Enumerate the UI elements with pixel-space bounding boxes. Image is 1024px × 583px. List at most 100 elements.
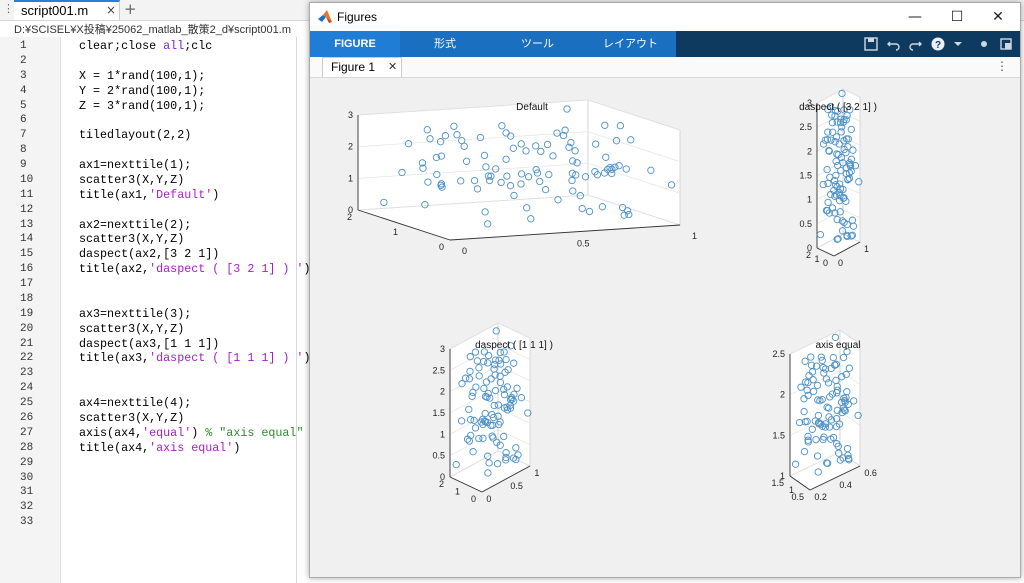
plot-default[interactable]: 012300.51012Default	[347, 99, 697, 256]
chevron-down-icon[interactable]	[950, 36, 966, 52]
code-line: ax1=nexttile(1);	[79, 158, 192, 173]
z-tick-label: 1	[807, 195, 812, 205]
tab-format[interactable]: 形式	[400, 31, 490, 57]
tab-script001[interactable]: script001.m ×	[14, 0, 120, 20]
line-number: 5	[20, 99, 27, 112]
code-line: Z = 3*rand(100,1);	[79, 98, 206, 113]
line-number: 14	[20, 233, 34, 246]
z-tick-label: 3	[348, 110, 353, 120]
line-number: 32	[20, 501, 34, 514]
line-number: 15	[20, 248, 34, 261]
code-line: axis(ax4,'equal') % "axis equal"	[79, 425, 304, 440]
add-tab-icon[interactable]: +	[124, 0, 137, 18]
tab-tools[interactable]: ツール	[490, 31, 585, 57]
save-icon[interactable]	[863, 36, 879, 52]
tab-figure-1[interactable]: Figure 1 ✕	[322, 57, 402, 77]
plot-title: Default	[516, 102, 548, 113]
line-number: 25	[20, 397, 34, 410]
maximize-button[interactable]: ☐	[942, 7, 972, 27]
line-number: 1	[20, 40, 27, 52]
code-line: ax4=nexttile(4);	[79, 396, 192, 411]
x-tick-label: 0	[462, 246, 467, 256]
code-line: scatter3(X,Y,Z)	[79, 321, 185, 336]
x-tick-label: 0	[486, 494, 491, 504]
x-tick-label: 1	[692, 231, 697, 241]
line-number: 19	[20, 307, 34, 320]
plot-axis-equal[interactable]: 11.522.50.20.40.60.511.5axis equal	[771, 329, 877, 502]
tab-menu-icon[interactable]: ⋮	[3, 2, 14, 15]
y-tick-label: 1	[789, 485, 794, 495]
line-number: 6	[20, 114, 27, 127]
y-tick-label: 0	[471, 494, 476, 504]
line-number: 17	[20, 278, 34, 291]
pin-icon[interactable]	[976, 36, 992, 52]
x-tick-label: 0.4	[839, 480, 852, 490]
code-line: title(ax4,'axis equal')	[79, 440, 241, 455]
more-options-icon[interactable]: ⋮	[996, 59, 1008, 73]
line-number: 18	[20, 292, 34, 305]
z-tick-label: 1.5	[799, 171, 812, 181]
z-tick-label: 0.5	[799, 219, 812, 229]
line-number: 29	[20, 456, 34, 469]
y-tick-label: 1	[455, 487, 460, 497]
code-line: ax2=nexttile(2);	[79, 217, 192, 232]
line-number: 12	[20, 203, 34, 216]
code-line: tiledlayout(2,2)	[79, 128, 192, 143]
plot-daspect-321[interactable]: 00.511.522.5301012daspect ( [3 2 1] )	[799, 88, 877, 268]
figure-canvas[interactable]: 0 1 2 3 0 0.5 1 0 1 2 Default 0 0.5 1 1.5 2 2.5 3 0 1 0 1 2 da…	[310, 78, 1020, 577]
plot-daspect-111[interactable]: 00.511.522.5300.51012daspect ( [1 1 1] )	[432, 322, 553, 504]
line-number: 13	[20, 218, 34, 231]
minimize-button[interactable]: —	[900, 7, 930, 27]
right-margin-guide	[296, 37, 297, 583]
z-tick-label: 2	[780, 390, 785, 400]
x-tick-label: 0.2	[814, 492, 827, 502]
code-line: title(ax1,'Default')	[79, 187, 220, 202]
y-tick-label: 1	[393, 227, 398, 237]
code-line: Y = 2*rand(100,1);	[79, 83, 206, 98]
figure-tab-title: Figure 1	[331, 60, 376, 74]
tab-layout[interactable]: レイアウト	[585, 31, 676, 57]
x-tick-label: 0.6	[864, 468, 877, 478]
line-number: 33	[20, 516, 34, 529]
y-tick-label: 1	[814, 254, 819, 264]
ribbon-tabs: FIGURE 形式 ツール レイアウト	[310, 31, 676, 57]
y-tick-label: 2	[347, 212, 352, 222]
code-line: ax3=nexttile(3);	[79, 306, 192, 321]
line-number: 20	[20, 322, 34, 335]
tiled-plots: 012300.51012Default 00.511.522.5301012da…	[347, 88, 877, 504]
z-tick-label: 2	[807, 146, 812, 156]
help-icon[interactable]: ?	[930, 36, 946, 52]
tab-title: script001.m	[21, 3, 89, 18]
code-line: clear;close all;clc	[79, 39, 213, 53]
code-line: daspect(ax3,[1 1 1])	[79, 336, 220, 351]
code-line: scatter3(X,Y,Z)	[79, 411, 185, 425]
back-panel	[357, 99, 589, 211]
z-tick-label: 3	[440, 344, 445, 354]
line-number: 22	[20, 352, 34, 365]
file-path: D:¥SCISEL¥X投稿¥25062_matlab_散策2_d¥script0…	[14, 24, 291, 36]
z-tick-label: 1.5	[432, 408, 445, 418]
line-number: 31	[20, 486, 34, 499]
plot-title: daspect ( [1 1 1] )	[475, 340, 553, 351]
z-tick-label: 0.5	[432, 451, 445, 461]
close-icon[interactable]: ✕	[388, 60, 397, 73]
code-line: scatter3(X,Y,Z)	[79, 232, 185, 247]
y-tick-label: 0	[823, 258, 828, 268]
plot-title: daspect ( [3 2 1] )	[799, 102, 877, 113]
line-number: 7	[20, 129, 27, 142]
code-line: title(ax3,'daspect ( [1 1 1] ) ')	[79, 351, 311, 366]
line-number: 2	[20, 54, 27, 67]
z-tick-label: 2.5	[772, 349, 785, 359]
code-line: daspect(ax2,[3 2 1])	[79, 247, 220, 262]
undo-icon[interactable]	[886, 36, 902, 52]
redo-icon[interactable]	[907, 36, 923, 52]
tab-figure[interactable]: FIGURE	[310, 31, 400, 57]
z-tick-label: 2.5	[799, 122, 812, 132]
z-tick-label: 1.5	[772, 430, 785, 440]
x-tick-label: 0.5	[510, 481, 523, 491]
code-line: title(ax2,'daspect ( [3 2 1] ) ')	[79, 262, 311, 277]
line-number: 4	[20, 84, 27, 97]
dock-icon[interactable]	[998, 36, 1014, 52]
close-icon[interactable]: ×	[106, 3, 116, 17]
close-window-button[interactable]: ✕	[983, 7, 1013, 27]
